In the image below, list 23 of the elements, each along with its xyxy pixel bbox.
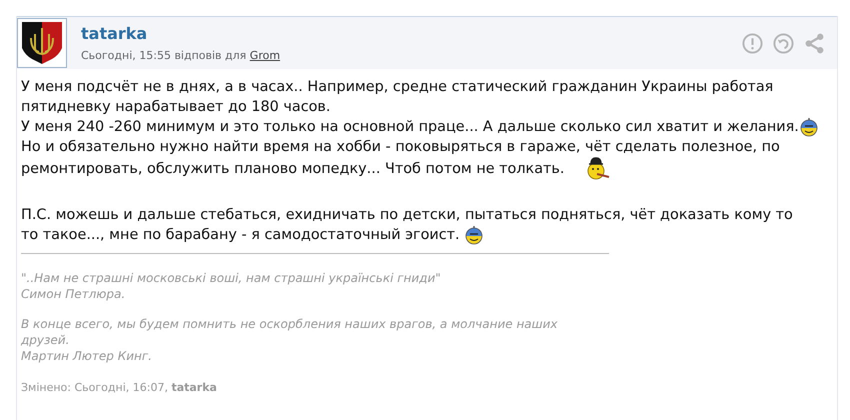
reply-to-link[interactable]: Grom [250, 49, 280, 62]
post-text: пятидневку нарабатывает до 180 часов. [21, 98, 330, 117]
signature-text: "..Нам не страшні московські воші, нам страшні українські гниди" [21, 270, 442, 286]
edited-note: Змінено: Сьогодні, 16:07, [21, 381, 168, 394]
smiley-with-hat-icon [584, 157, 610, 181]
signature-text: Симон Петлюра. [21, 286, 126, 302]
signature-text: В конце всего, мы будем помнить не оскорбления наших врагов, а молчание наших друзей. [21, 316, 559, 348]
smiley-icon [798, 117, 819, 137]
post-text: Но и обязательно нужно найти время на хобби - поковыряться в гараже, чёт сделать полезное, по [21, 138, 780, 157]
smiley-icon [464, 225, 484, 245]
post-text: У меня 240 -260 минимум и это только на основной праце... А дальше сколько сил хватит и желания. [21, 118, 799, 137]
avatar-icon[interactable] [17, 18, 67, 68]
share-icon[interactable] [804, 32, 825, 54]
reply-icon[interactable] [773, 32, 794, 54]
author-name[interactable]: tatarka [81, 24, 280, 43]
editor-name[interactable]: tatarka [171, 381, 217, 394]
post-time: Сьогодні, 15:55 відповів для [81, 49, 246, 62]
post-text: У меня подсчёт не в днях, а в часах.. Например, средне статический гражданин Украины работая [21, 78, 774, 97]
signature-text: Мартин Лютер Кинг. [21, 348, 153, 364]
post-text: то такое..., мне по барабану - я самодостаточный эгоист. [21, 226, 460, 245]
post-text: ремонтировать, обслужить планово мопедку... Чтоб потом не толкать. [21, 160, 564, 179]
post-text: П.С. можешь и дальше стебаться, ехидничать по детски, пытаться подняться, чёт доказать кому то [21, 206, 793, 225]
report-icon[interactable] [742, 32, 763, 54]
